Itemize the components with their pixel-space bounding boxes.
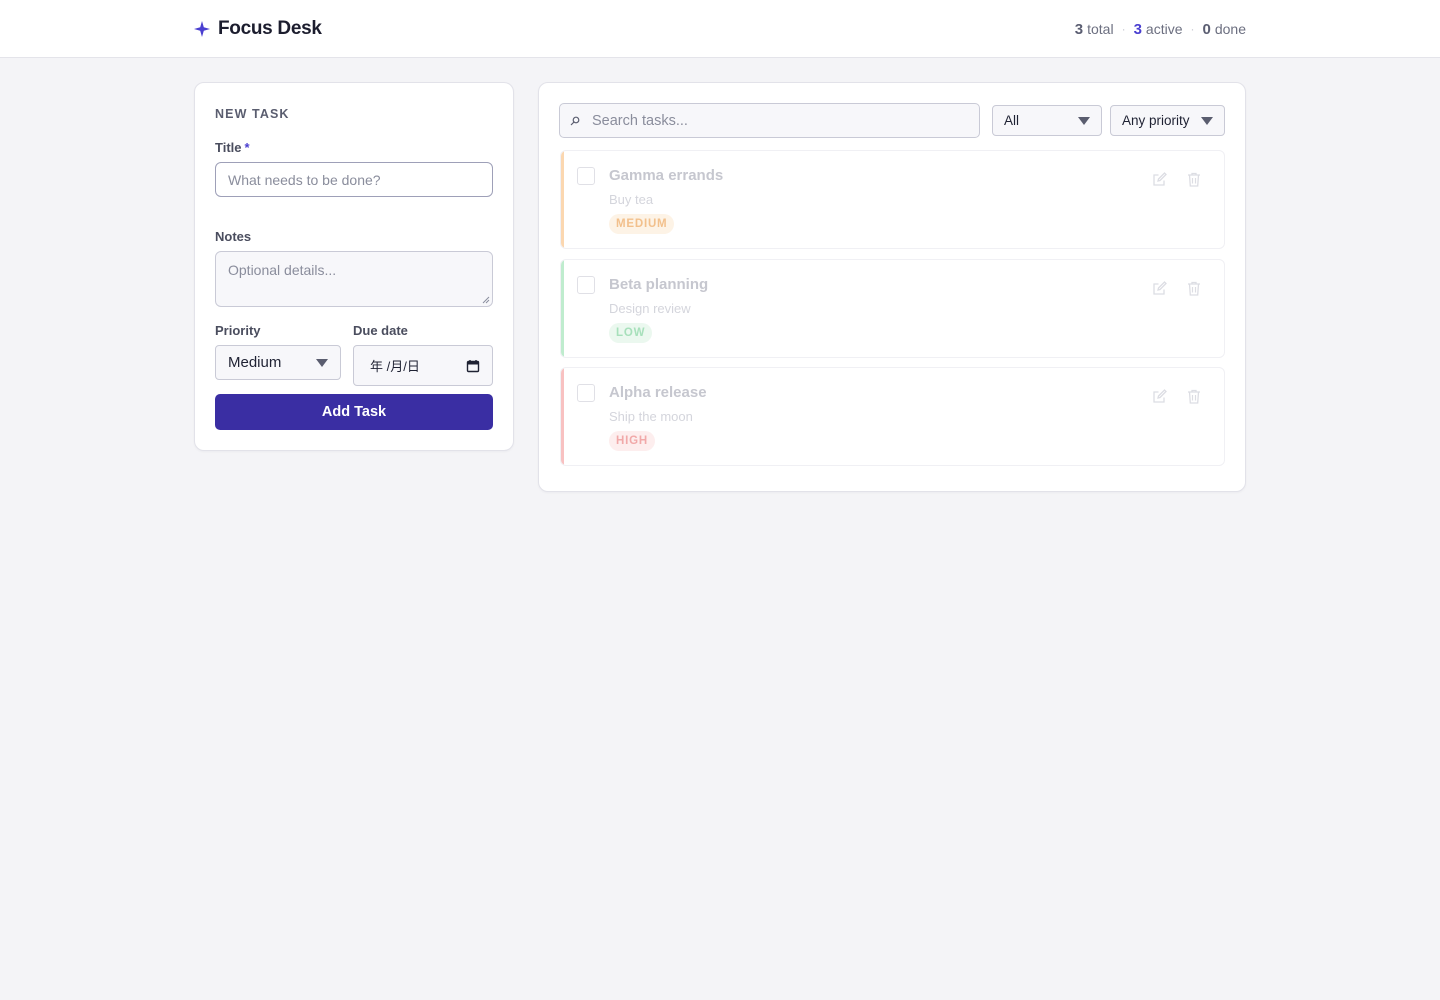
- due-date-value: 年 /月/日: [370, 359, 420, 374]
- calendar-icon[interactable]: [466, 359, 480, 373]
- sparkle-icon: [194, 21, 210, 37]
- required-mark: *: [244, 140, 250, 155]
- due-date-input[interactable]: 年 /月/日: [353, 345, 493, 386]
- task-card: Alpha release Ship the moon HIGH: [560, 367, 1225, 466]
- chevron-down-icon: [1201, 116, 1213, 125]
- stat-done: 0 done: [1203, 21, 1247, 38]
- stat-done-count: 0: [1202, 20, 1211, 38]
- priority-bar: [561, 368, 564, 465]
- task-notes: Design review: [609, 301, 691, 316]
- stat-active-label: active: [1145, 20, 1183, 37]
- task-card: Beta planning Design review LOW: [560, 259, 1225, 358]
- edit-icon[interactable]: [1152, 389, 1167, 404]
- task-notes: Ship the moon: [609, 409, 693, 424]
- new-task-panel: NEW TASK Title * What needs to be done? N…: [194, 82, 514, 451]
- task-title: Gamma errands: [609, 167, 724, 184]
- stat-separator: ·: [1190, 22, 1195, 36]
- search-input[interactable]: Search tasks...: [559, 103, 980, 138]
- brand: Focus Desk: [194, 18, 322, 40]
- priority-bar: [561, 260, 564, 357]
- stat-active: 3 active: [1134, 21, 1183, 38]
- new-task-heading: NEW TASK: [215, 107, 290, 121]
- stat-total: 3 total: [1075, 21, 1114, 38]
- status-filter-value: All: [1004, 113, 1020, 128]
- priority-badge: LOW: [609, 323, 653, 343]
- task-list-panel: Search tasks... All Any priority Gamma e…: [538, 82, 1246, 492]
- search-placeholder: Search tasks...: [592, 112, 688, 129]
- trash-icon[interactable]: [1187, 281, 1201, 296]
- priority-select[interactable]: Medium: [215, 345, 341, 380]
- title-label: Title *: [215, 140, 250, 155]
- add-task-button[interactable]: Add Task: [215, 394, 493, 430]
- priority-filter-select[interactable]: Any priority: [1110, 105, 1225, 136]
- task-title: Beta planning: [609, 276, 709, 293]
- stat-total-count: 3: [1074, 20, 1084, 38]
- edit-icon[interactable]: [1152, 281, 1167, 296]
- task-notes: Buy tea: [609, 192, 654, 207]
- trash-icon[interactable]: [1187, 172, 1201, 187]
- task-card: Gamma errands Buy tea MEDIUM: [560, 150, 1225, 249]
- task-checkbox[interactable]: [577, 384, 595, 402]
- trash-icon[interactable]: [1187, 389, 1201, 404]
- resize-grip-icon[interactable]: [482, 296, 490, 304]
- task-stats: 3 total · 3 active · 0 done: [1075, 21, 1246, 38]
- task-checkbox[interactable]: [577, 276, 595, 294]
- notes-textarea[interactable]: Optional details...: [215, 251, 493, 307]
- stat-separator: ·: [1121, 22, 1126, 36]
- title-input-placeholder: What needs to be done?: [228, 171, 381, 188]
- app-title: Focus Desk: [218, 18, 322, 39]
- notes-label: Notes: [215, 229, 252, 244]
- title-input[interactable]: What needs to be done?: [215, 162, 493, 197]
- title-label-text: Title: [215, 140, 242, 155]
- chevron-down-icon: [316, 358, 328, 367]
- priority-bar: [561, 151, 564, 248]
- notes-textarea-placeholder: Optional details...: [228, 262, 337, 278]
- due-date-label: Due date: [353, 323, 408, 338]
- status-filter-select[interactable]: All: [992, 105, 1102, 136]
- stat-total-label: total: [1087, 20, 1114, 37]
- top-bar: Focus Desk 3 total · 3 active · 0 done: [0, 0, 1440, 58]
- priority-select-value: Medium: [228, 354, 282, 371]
- priority-filter-value: Any priority: [1122, 113, 1190, 128]
- task-title: Alpha release: [609, 384, 707, 401]
- top-bar-content: Focus Desk 3 total · 3 active · 0 done: [194, 0, 1246, 58]
- priority-badge: MEDIUM: [609, 214, 675, 234]
- task-checkbox[interactable]: [577, 167, 595, 185]
- stat-done-label: done: [1214, 20, 1246, 37]
- chevron-down-icon: [1078, 116, 1090, 125]
- stat-active-count: 3: [1133, 20, 1142, 38]
- priority-badge: HIGH: [609, 431, 655, 451]
- edit-icon[interactable]: [1152, 172, 1167, 187]
- search-icon: [570, 116, 580, 125]
- priority-label: Priority: [215, 323, 261, 338]
